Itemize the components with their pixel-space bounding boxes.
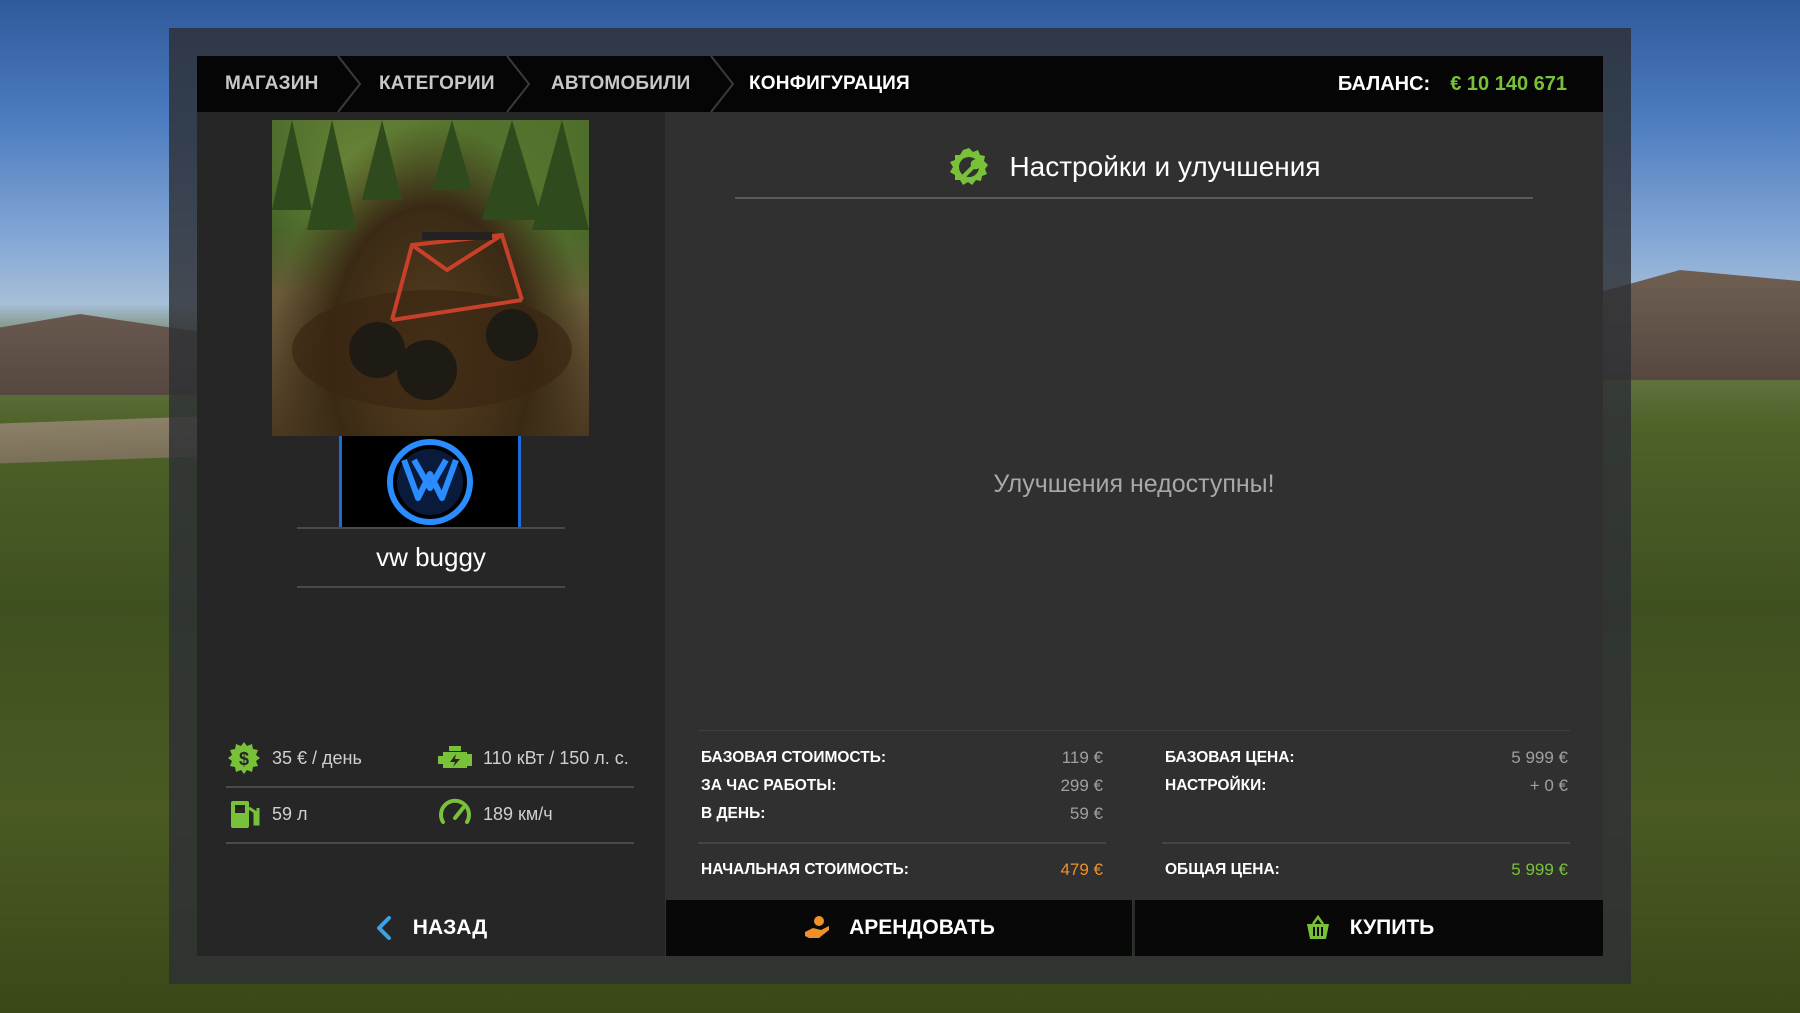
lease-base-cost-row: БАЗОВАЯ СТОИМОСТЬ: 119 € (701, 748, 1103, 768)
cost-icon: $ (228, 742, 260, 774)
lease-per-day-value: 59 € (1069, 804, 1103, 823)
vehicle-preview-image (272, 120, 589, 436)
breadcrumb-bar: МАГАЗИН КАТЕГОРИИ АВТОМОБИЛИ КОНФИГУРАЦИ… (197, 56, 1603, 112)
chevron-left-icon (376, 916, 391, 940)
engine-icon (438, 746, 472, 768)
divider (698, 730, 1570, 731)
svg-text:$: $ (239, 749, 249, 769)
lease-base-cost-value: 119 € (1061, 748, 1103, 767)
lease-per-day-row: В ДЕНЬ: 59 € (701, 804, 1103, 824)
breadcrumb-separator-icon (337, 56, 362, 112)
purchase-config-label: НАСТРОЙКИ: (1165, 777, 1267, 794)
spec-power-value: 110 кВт / 150 л. с. (483, 747, 629, 768)
divider (297, 527, 565, 529)
lease-button[interactable]: АРЕНДОВАТЬ (666, 900, 1132, 956)
divider (226, 842, 634, 844)
divider (1162, 842, 1570, 844)
configuration-title-text: Настройки и улучшения (1009, 151, 1321, 182)
breadcrumb-shop[interactable]: МАГАЗИН (225, 56, 319, 112)
balance-display: БАЛАНС: € 10 140 671 (1338, 56, 1567, 112)
lease-initial-value: 479 € (1060, 860, 1103, 879)
breadcrumb-configuration: КОНФИГУРАЦИЯ (749, 73, 910, 94)
divider (735, 197, 1533, 199)
speedometer-icon (439, 798, 471, 824)
purchase-total-value: 5 999 € (1511, 860, 1568, 879)
purchase-config-value: + 0 € (1529, 776, 1568, 795)
buy-button-label: КУПИТЬ (1349, 916, 1435, 939)
lease-per-day-label: В ДЕНЬ: (701, 805, 766, 822)
no-upgrades-message: Улучшения недоступны! (993, 470, 1275, 498)
divider (698, 842, 1106, 844)
vehicle-name: vw buggy (376, 541, 486, 572)
lease-hand-icon (805, 916, 830, 938)
basket-icon (1306, 914, 1329, 939)
wrench-gear-icon (950, 148, 989, 185)
purchase-total-row: ОБЩАЯ ЦЕНА: 5 999 € (1165, 860, 1568, 880)
lease-per-hour-row: ЗА ЧАС РАБОТЫ: 299 € (701, 776, 1103, 796)
purchase-total-label: ОБЩАЯ ЦЕНА: (1165, 861, 1280, 878)
lease-initial-row: НАЧАЛЬНАЯ СТОИМОСТЬ: 479 € (701, 860, 1103, 880)
back-button-label: НАЗАД (412, 916, 488, 939)
vw-logo-icon (339, 436, 521, 528)
spec-rent: $ 35 € / день (226, 740, 362, 776)
spec-speed: 189 км/ч (437, 796, 553, 832)
purchase-config-row: НАСТРОЙКИ: + 0 € (1165, 776, 1568, 796)
breadcrumb-categories[interactable]: КАТЕГОРИИ (379, 56, 495, 112)
configuration-title: Настройки и улучшения (735, 136, 1533, 198)
spec-power: 110 кВт / 150 л. с. (437, 740, 629, 776)
breadcrumb-separator-icon (506, 56, 531, 112)
lease-per-hour-value: 299 € (1060, 776, 1103, 795)
balance-label: БАЛАНС: (1337, 72, 1431, 95)
fuel-icon (231, 801, 260, 828)
breadcrumb-vehicles[interactable]: АВТОМОБИЛИ (551, 56, 691, 112)
purchase-base-price-value: 5 999 € (1511, 748, 1568, 767)
lease-button-label: АРЕНДОВАТЬ (849, 916, 995, 939)
spec-fuel: 59 л (226, 796, 308, 832)
spec-rent-value: 35 € / день (272, 747, 362, 768)
divider (226, 786, 634, 788)
spec-speed-value: 189 км/ч (483, 803, 553, 824)
back-button[interactable]: НАЗАД (197, 900, 665, 956)
divider (297, 586, 565, 588)
lease-per-hour-label: ЗА ЧАС РАБОТЫ: (701, 777, 837, 794)
lease-base-cost-label: БАЗОВАЯ СТОИМОСТЬ: (701, 749, 887, 766)
buy-button[interactable]: КУПИТЬ (1135, 900, 1603, 956)
purchase-base-price-row: БАЗОВАЯ ЦЕНА: 5 999 € (1165, 748, 1568, 768)
purchase-base-price-label: БАЗОВАЯ ЦЕНА: (1165, 749, 1295, 766)
lease-initial-label: НАЧАЛЬНАЯ СТОИМОСТЬ: (701, 861, 909, 878)
breadcrumb-separator-icon (710, 56, 735, 112)
spec-fuel-value: 59 л (272, 803, 308, 824)
balance-value: € 10 140 671 (1450, 72, 1567, 95)
